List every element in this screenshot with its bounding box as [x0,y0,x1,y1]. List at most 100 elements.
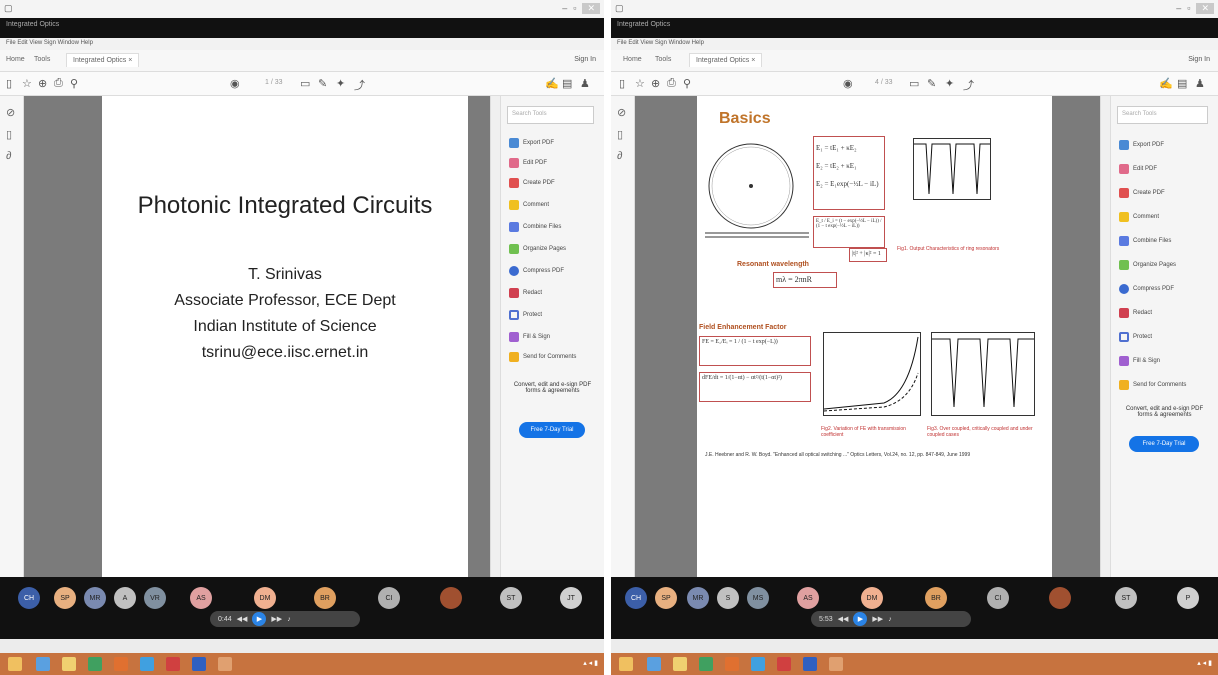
close-icon[interactable]: ✕ [582,3,600,14]
save-icon[interactable]: ▯ [6,77,12,90]
stamp-icon[interactable]: ✦ [336,77,345,90]
minimize-icon[interactable]: – [562,3,567,14]
tool-comment[interactable]: Comment [1119,212,1159,222]
minimize-icon[interactable]: – [1176,3,1181,14]
participant-avatar[interactable] [1049,587,1071,609]
tool-edit-pdf[interactable]: Edit PDF [509,158,547,168]
tool-fill-sign[interactable]: Fill & Sign [1119,356,1160,366]
participant-avatar[interactable]: ST [1115,587,1137,609]
forward-icon[interactable]: ▶▶ [872,615,883,623]
menu-bar[interactable]: File Edit View Sign Window Help [0,38,604,50]
tool-organize-pages[interactable]: Organize Pages [509,244,566,254]
participant-avatar[interactable]: MS [747,587,769,609]
tool-edit-pdf[interactable]: Edit PDF [1119,164,1157,174]
zoom-icon[interactable]: ⚲ [70,77,78,90]
participant-avatar[interactable]: SP [54,587,76,609]
panel-icon[interactable]: ▤ [562,77,572,90]
tool-compress-pdf[interactable]: Compress PDF [1119,284,1174,294]
browser-icon[interactable] [647,657,661,671]
tab-home[interactable]: Home [623,56,642,63]
comment-icon[interactable]: ▭ [909,77,919,90]
sign-in-link[interactable]: Sign In [574,56,596,63]
sign-icon[interactable]: ✍ [545,77,559,90]
participant-avatar[interactable]: S [717,587,739,609]
tab-home[interactable]: Home [6,56,25,63]
upload-icon[interactable]: ⊕ [651,77,660,90]
maximize-icon[interactable]: ▫ [1187,3,1190,14]
upload-icon[interactable]: ⊕ [38,77,47,90]
rewind-icon[interactable]: ◀◀ [237,615,248,623]
tool-protect[interactable]: Protect [1119,332,1152,342]
tool-compress-pdf[interactable]: Compress PDF [509,266,564,276]
tool-comment[interactable]: Comment [509,200,549,210]
participant-avatar[interactable]: BR [314,587,336,609]
pen-icon[interactable]: ✎ [927,77,936,90]
close-icon[interactable]: ✕ [1196,3,1214,14]
participant-avatar[interactable]: JT [560,587,582,609]
tool-send-comments[interactable]: Send for Comments [509,352,576,362]
stamp-icon[interactable]: ✦ [945,77,954,90]
share-icon[interactable]: ⤴ [963,77,974,93]
excel-icon[interactable] [88,657,102,671]
excel-icon[interactable] [699,657,713,671]
sign-icon[interactable]: ✍ [1159,77,1173,90]
free-trial-button[interactable]: Free 7-Day Trial [1129,436,1199,452]
participant-avatar[interactable]: A [114,587,136,609]
menu-bar[interactable]: File Edit View Sign Window Help [611,38,1218,50]
tab-tools[interactable]: Tools [655,56,671,63]
document-viewer[interactable]: Photonic Integrated Circuits T. Srinivas… [24,96,490,599]
comment-icon[interactable]: ▭ [300,77,310,90]
bookmark-icon[interactable]: ☆ [635,77,645,90]
vertical-scrollbar[interactable] [490,96,500,599]
participant-avatar[interactable]: ST [500,587,522,609]
participant-avatar[interactable]: CH [18,587,40,609]
tool-organize-pages[interactable]: Organize Pages [1119,260,1176,270]
sign-in-link[interactable]: Sign In [1188,56,1210,63]
participant-avatar[interactable]: AS [190,587,212,609]
pen-icon[interactable]: ✎ [318,77,327,90]
firefox-icon[interactable] [725,657,739,671]
system-tray[interactable]: ▴ ◂ ▮ [583,659,598,667]
tool-create-pdf[interactable]: Create PDF [1119,188,1165,198]
participant-avatar[interactable]: VR [144,587,166,609]
page-thumbnail-icon[interactable]: ▯ [617,128,623,141]
participant-avatar[interactable]: SP [655,587,677,609]
firefox-icon[interactable] [114,657,128,671]
print-icon[interactable]: ⎙ [667,77,676,90]
start-icon[interactable] [8,657,22,671]
tool-protect[interactable]: Protect [509,310,542,320]
attachment-icon[interactable]: ⊘ [617,106,626,119]
paperclip-icon[interactable]: ∂ [6,150,11,162]
tool-export-pdf[interactable]: Export PDF [1119,140,1164,150]
tools-search-input[interactable]: Search Tools [1117,106,1208,124]
participant-avatar[interactable] [440,587,462,609]
share-icon[interactable]: ⤴ [354,77,365,93]
media-icon[interactable] [829,657,843,671]
system-tray[interactable]: ▴ ◂ ▮ [1197,659,1212,667]
participant-avatar[interactable]: P [1177,587,1199,609]
tool-create-pdf[interactable]: Create PDF [509,178,555,188]
bookmark-icon[interactable]: ☆ [22,77,32,90]
tool-fill-sign[interactable]: Fill & Sign [509,332,550,342]
tool-export-pdf[interactable]: Export PDF [509,138,554,148]
browser-icon[interactable] [36,657,50,671]
participant-avatar[interactable]: BR [925,587,947,609]
user-icon[interactable]: ♟ [580,77,590,90]
vertical-scrollbar[interactable] [1100,96,1110,599]
save-icon[interactable]: ▯ [619,77,625,90]
word-icon[interactable] [803,657,817,671]
tab-tools[interactable]: Tools [34,56,50,63]
forward-icon[interactable]: ▶▶ [271,615,282,623]
tab-document[interactable]: Integrated Optics × [66,53,140,67]
volume-icon[interactable]: ♪ [287,616,291,623]
zoom-icon[interactable]: ⚲ [683,77,691,90]
participant-avatar[interactable]: MR [84,587,106,609]
user-icon[interactable]: ♟ [1195,77,1205,90]
media-icon[interactable] [218,657,232,671]
print-icon[interactable]: ⎙ [54,77,63,90]
participant-avatar[interactable]: AS [797,587,819,609]
maximize-icon[interactable]: ▫ [573,3,576,14]
free-trial-button[interactable]: Free 7-Day Trial [519,422,585,438]
attachment-icon[interactable]: ⊘ [6,106,15,119]
prev-page-icon[interactable]: ◉ [843,77,853,90]
